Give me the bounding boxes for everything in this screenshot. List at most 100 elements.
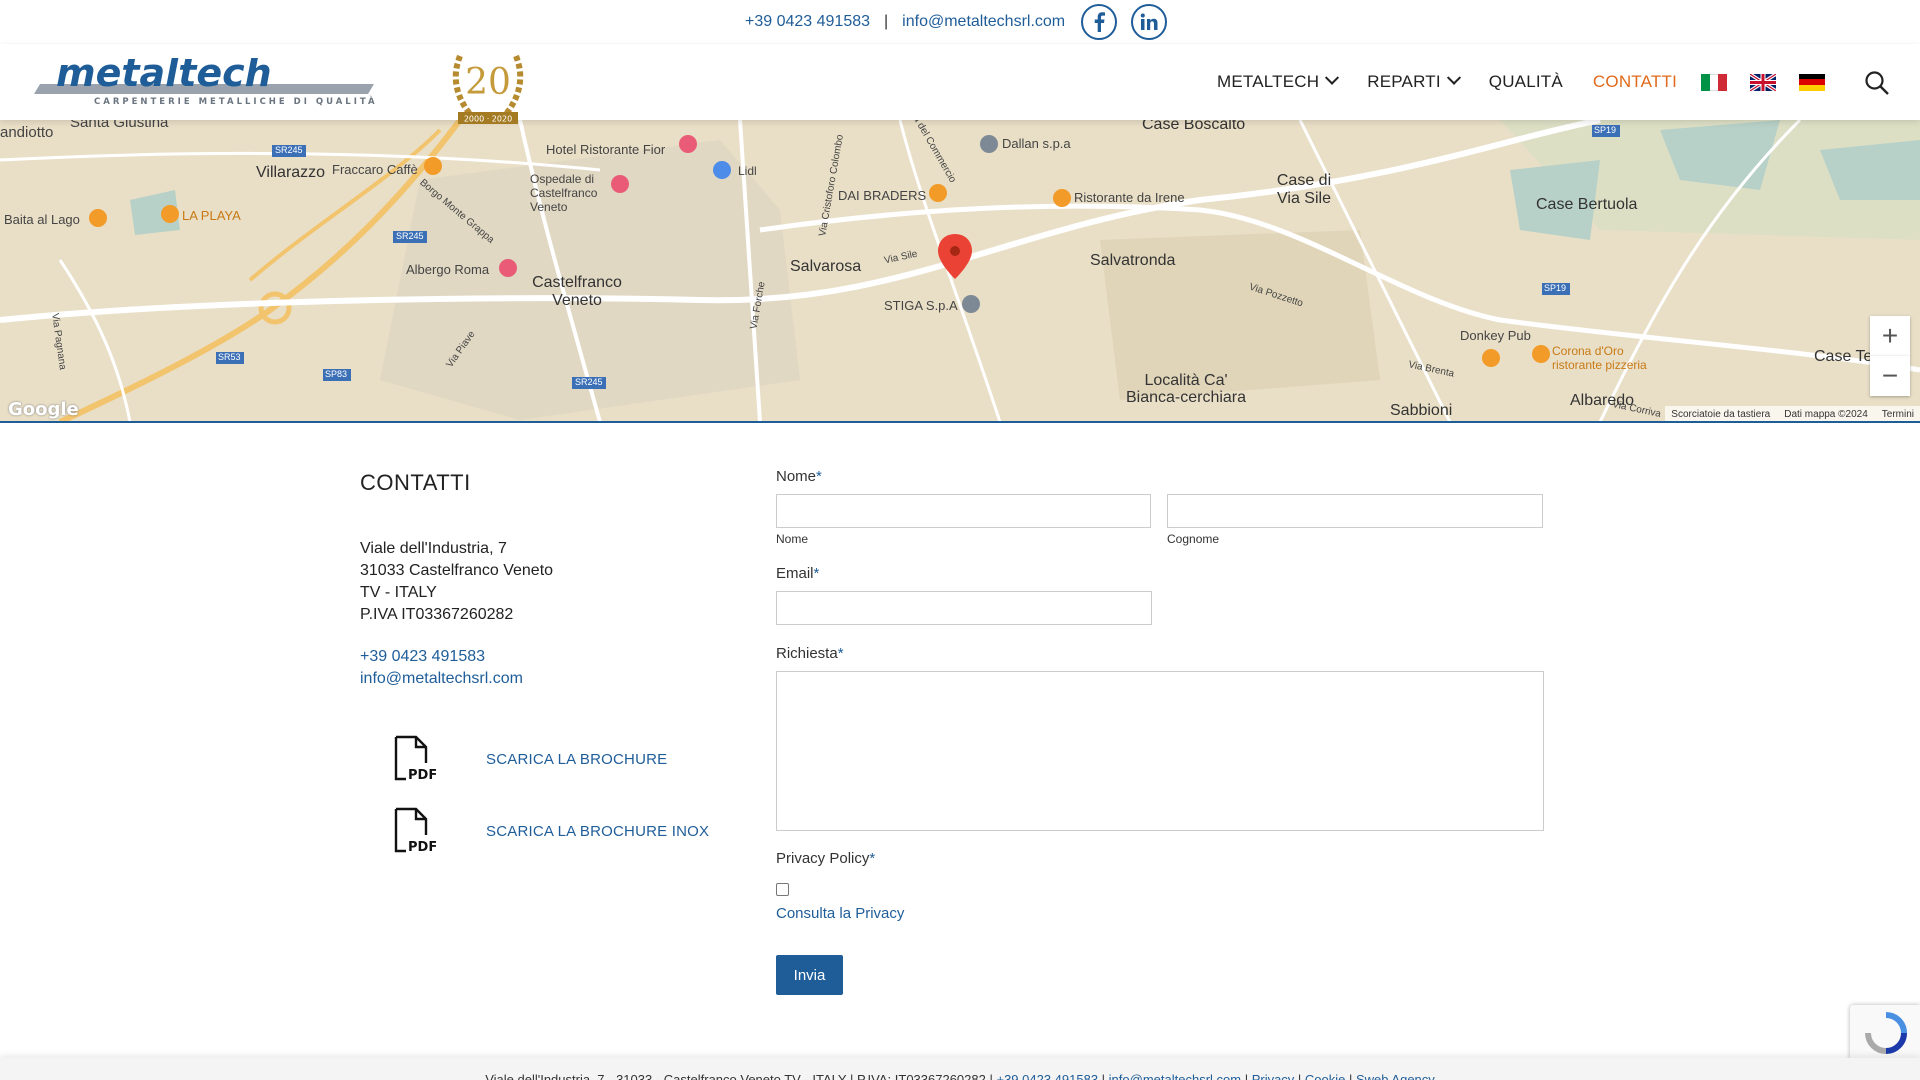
zoom-in-button[interactable]: +: [1870, 316, 1910, 356]
name-label-text: Nome: [776, 468, 817, 485]
map-label: Ospedale di Castelfranco Veneto: [530, 172, 598, 214]
facebook-icon[interactable]: [1081, 4, 1118, 40]
last-name-input[interactable]: [1167, 494, 1543, 528]
map-label: DAI BRADERS: [838, 188, 927, 203]
google-logo: Google: [8, 399, 79, 420]
top-email-link[interactable]: info@metaltechsrl.com: [902, 13, 1065, 31]
divider: [0, 421, 1920, 423]
address-line: 31033 Castelfranco Veneto: [360, 562, 554, 579]
brochure-inox-download[interactable]: PDF SCARICA LA BROCHURE INOX: [392, 806, 722, 856]
site-header: metaltech CARPENTERIE METALLICHE DI QUAL…: [0, 44, 1920, 124]
top-contact-row: +39 0423 491583 | info@metaltechsrl.com: [745, 4, 1168, 40]
pdf-file-icon: PDF: [394, 735, 436, 783]
main-nav: METALTECH REPARTI QUALITÀ CONTATTI: [1187, 44, 1825, 120]
german-flag-icon[interactable]: [1799, 73, 1825, 91]
road-shield: SR245: [275, 145, 303, 155]
contact-links: +39 0423 491583 info@metaltechsrl.com: [360, 646, 720, 690]
footer-privacy-link[interactable]: Privacy: [1252, 1072, 1295, 1080]
site-footer: Viale dell'Industria, 7 - 31033 - Castel…: [0, 1058, 1920, 1080]
anniversary-badge: 20 2000 · 2020: [440, 36, 536, 134]
map-label: andiotto: [0, 124, 54, 141]
pdf-file-icon: PDF: [394, 807, 436, 855]
map-label: Corona d'Oro ristorante pizzeria: [1552, 344, 1647, 372]
email-label-text: Email: [776, 565, 814, 582]
address-line: TV - ITALY: [360, 584, 437, 601]
submit-button[interactable]: Invia: [776, 955, 843, 995]
address-line: Viale dell'Industria, 7: [360, 540, 507, 557]
brochure-download[interactable]: PDF SCARICA LA BROCHURE: [392, 734, 722, 784]
map-label: Dallan s.p.a: [1002, 136, 1071, 151]
email-input[interactable]: [776, 591, 1152, 625]
map-label: Villarazzo: [256, 164, 326, 181]
nav-item-metaltech[interactable]: METALTECH: [1217, 70, 1340, 92]
map-label: Case Bertuola: [1536, 196, 1638, 213]
keyboard-shortcuts-link[interactable]: Scorciatoie da tastiera: [1671, 409, 1770, 420]
privacy-link[interactable]: Consulta la Privacy: [776, 905, 904, 922]
road-shield: SP83: [325, 369, 348, 379]
privacy-label: Privacy Policy*: [776, 850, 875, 867]
search-icon[interactable]: [1864, 70, 1890, 96]
required-mark: *: [869, 850, 876, 867]
required-mark: *: [813, 565, 820, 582]
map-label: Ristorante da Irene: [1074, 190, 1185, 205]
request-label-text: Richiesta: [776, 645, 838, 662]
brochure-inox-link[interactable]: SCARICA LA BROCHURE INOX: [486, 823, 709, 840]
email-link[interactable]: info@metaltechsrl.com: [360, 668, 720, 690]
nav-item-label: METALTECH: [1217, 72, 1320, 91]
nav-item-contatti[interactable]: CONTATTI: [1593, 72, 1677, 92]
footer-phone-link[interactable]: +39 0423 491583: [996, 1072, 1098, 1080]
zoom-out-button[interactable]: −: [1870, 356, 1910, 396]
road-shield: SP19: [1544, 283, 1567, 293]
phone-link[interactable]: +39 0423 491583: [360, 646, 720, 668]
required-mark: *: [837, 645, 844, 662]
footer-address: Viale dell'Industria, 7 - 31033 - Castel…: [485, 1072, 993, 1080]
privacy-checkbox[interactable]: [776, 883, 789, 896]
svg-text:PDF: PDF: [408, 768, 436, 783]
map-label: Donkey Pub: [1460, 328, 1531, 343]
nav-item-qualita[interactable]: QUALITÀ: [1489, 72, 1563, 92]
map-label: Fraccaro Caffè: [332, 162, 418, 177]
nav-item-label: CONTATTI: [1592, 72, 1677, 91]
top-phone-link[interactable]: +39 0423 491583: [745, 13, 870, 31]
road-shield: SP19: [1594, 125, 1617, 135]
email-label: Email*: [776, 565, 819, 582]
badge-years: 2000 · 2020: [464, 115, 512, 124]
linkedin-icon[interactable]: [1131, 4, 1168, 40]
recaptcha-icon: [1865, 1012, 1907, 1054]
chevron-down-icon: [1325, 70, 1340, 85]
recaptcha-badge[interactable]: [1850, 1005, 1920, 1061]
first-name-sublabel: Nome: [776, 532, 809, 546]
map-label: STIGA S.p.A: [884, 298, 958, 313]
terms-link[interactable]: Termini: [1882, 409, 1914, 420]
top-bar: +39 0423 491583 | info@metaltechsrl.com: [0, 0, 1920, 44]
map-label: LA PLAYA: [182, 208, 241, 223]
map-label: Case Te: [1814, 348, 1873, 365]
first-name-input[interactable]: [776, 494, 1151, 528]
required-mark: *: [816, 468, 822, 485]
road-shield: SR245: [396, 231, 424, 241]
nav-item-reparti[interactable]: REPARTI: [1367, 70, 1461, 92]
map-label: Castelfranco Veneto: [532, 274, 622, 309]
svg-text:PDF: PDF: [408, 840, 436, 855]
vat-number: P.IVA IT03367260282: [360, 606, 514, 623]
chevron-down-icon: [1446, 70, 1461, 85]
road-shield: SR245: [575, 377, 603, 387]
road-shield: SR53: [218, 352, 241, 362]
request-label: Richiesta*: [776, 645, 844, 662]
logo-tagline: CARPENTERIE METALLICHE DI QUALITÀ: [94, 95, 378, 107]
logo-wordmark: metaltech: [56, 58, 272, 95]
footer-agency-link[interactable]: Sweb Agency: [1356, 1072, 1435, 1080]
map-data-text: Dati mappa ©2024: [1784, 408, 1868, 420]
location-pin-icon: [938, 234, 972, 279]
brochure-link[interactable]: SCARICA LA BROCHURE: [486, 751, 667, 768]
italian-flag-icon[interactable]: [1701, 73, 1728, 91]
metaltech-logo[interactable]: metaltech CARPENTERIE METALLICHE DI QUAL…: [34, 51, 378, 108]
uk-flag-icon[interactable]: [1750, 73, 1776, 91]
google-map[interactable]: SR245 SR245 SR53 SP83 SR245 SP19 SP19 an…: [0, 120, 1920, 422]
map-label: Case di Via Sile: [1276, 172, 1332, 207]
request-textarea[interactable]: [776, 671, 1544, 831]
footer-cookie-link[interactable]: Cookie: [1305, 1072, 1345, 1080]
badge-number: 20: [465, 62, 511, 103]
footer-email-link[interactable]: info@metaltechsrl.com: [1109, 1072, 1241, 1080]
map-label: Albergo Roma: [406, 262, 490, 277]
